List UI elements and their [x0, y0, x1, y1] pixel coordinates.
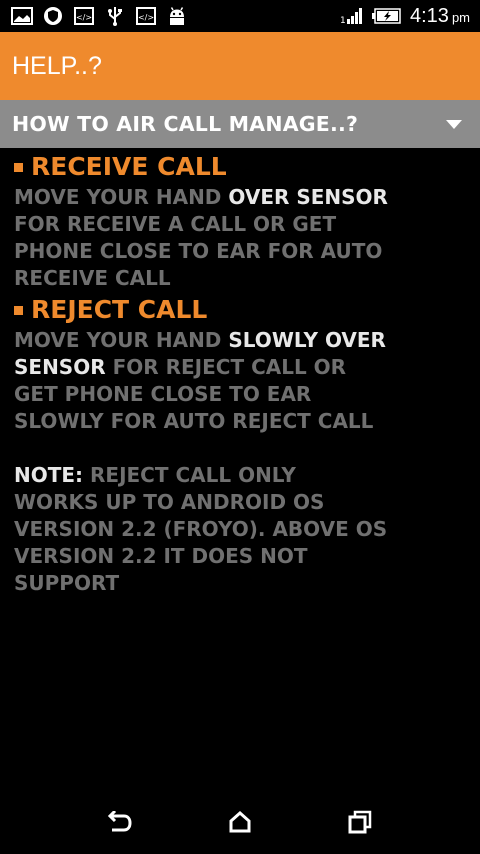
- app-bar: HELP..?: [0, 32, 480, 100]
- code-icon: </>: [72, 6, 96, 26]
- reject-call-heading: REJECT CALL: [14, 293, 478, 327]
- battery-charging-icon: [372, 6, 402, 26]
- usb-icon: [103, 6, 127, 26]
- home-button[interactable]: [216, 798, 264, 846]
- system-status: 1 4:13 pm: [340, 5, 470, 28]
- android-icon: [165, 6, 189, 26]
- topic-spinner[interactable]: HOW TO AIR CALL MANAGE..?: [0, 100, 480, 148]
- recents-icon: [348, 810, 372, 834]
- navigation-bar: [0, 790, 480, 854]
- reject-call-text: MOVE YOUR HAND SLOWLY OVER SENSOR FOR RE…: [14, 328, 386, 433]
- svg-text:</>: </>: [76, 13, 92, 22]
- code-icon: </>: [134, 6, 158, 26]
- svg-text:</>: </>: [138, 13, 154, 22]
- receive-call-text: MOVE YOUR HAND OVER SENSOR FOR RECEIVE A…: [14, 185, 388, 290]
- help-content: RECEIVE CALL MOVE YOUR HAND OVER SENSOR …: [14, 150, 478, 597]
- svg-text:1: 1: [340, 16, 346, 25]
- recents-button[interactable]: [336, 798, 384, 846]
- page-title: HELP..?: [12, 51, 102, 80]
- shield-icon: [41, 6, 65, 26]
- bullet-icon: [14, 162, 23, 172]
- receive-call-heading: RECEIVE CALL: [14, 150, 478, 184]
- gallery-icon: [10, 6, 34, 26]
- clock: 4:13 pm: [410, 4, 470, 27]
- back-icon: [107, 811, 132, 832]
- bullet-icon: [14, 305, 23, 315]
- dropdown-arrow-icon: [446, 115, 462, 134]
- signal-icon: 1: [340, 6, 364, 26]
- spinner-selected-label: HOW TO AIR CALL MANAGE..?: [12, 112, 359, 136]
- status-bar: </> </> 1 4:13 pm: [0, 0, 480, 32]
- home-icon: [229, 811, 251, 833]
- note-text: NOTE: REJECT CALL ONLY WORKS UP TO ANDRO…: [14, 463, 388, 595]
- notification-icons: </> </>: [10, 6, 189, 26]
- back-button[interactable]: [96, 798, 144, 846]
